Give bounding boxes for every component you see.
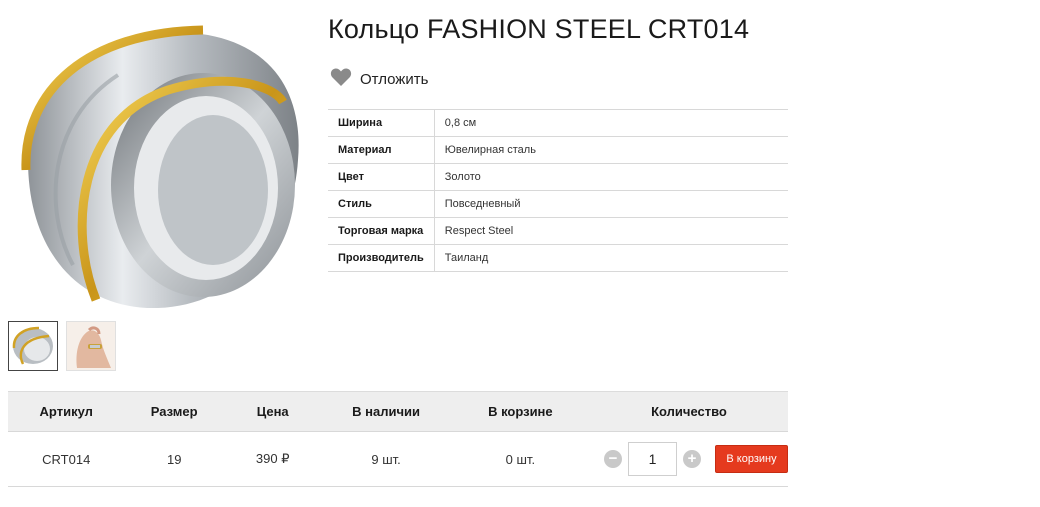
spec-row: Ширина 0,8 см [328,109,788,137]
cell-in-stock: 9 шт. [321,431,451,487]
heart-icon [330,67,352,92]
spec-row: Материал Ювелирная сталь [328,136,788,164]
spec-value: Таиланд [434,244,788,272]
plus-button[interactable]: + [683,450,701,468]
spec-key: Материал [328,136,435,164]
spec-key: Торговая марка [328,217,435,245]
spec-value: Respect Steel [434,217,788,245]
header-in-cart: В корзине [450,391,590,432]
spec-key: Цвет [328,163,435,191]
header-quantity: Количество [590,391,788,432]
defer-label: Отложить [360,71,429,88]
minus-button[interactable]: − [604,450,622,468]
add-to-cart-button[interactable]: В корзину [715,445,788,473]
page-title: Кольцо FASHION STEEL CRT014 [328,14,750,44]
spec-row: Цвет Золото [328,163,788,191]
spec-key: Стиль [328,190,435,218]
spec-row: Торговая марка Respect Steel [328,217,788,245]
spec-key: Производитель [328,244,435,272]
offers-header-row: Артикул Размер Цена В наличии В корзине … [8,391,788,432]
quantity-stepper: − + В корзину [590,442,788,476]
spec-value: 0,8 см [434,109,788,137]
header-article: Артикул [8,391,125,432]
cell-size: 19 [124,431,224,487]
thumbnail-strip [8,321,116,371]
header-price: Цена [223,391,322,432]
spec-row: Производитель Таиланд [328,244,788,272]
thumbnail-ring-on-hand[interactable] [66,321,116,371]
specs-table: Ширина 0,8 см Материал Ювелирная сталь Ц… [328,109,788,272]
table-row: CRT014 19 390 ₽ 9 шт. 0 шт. − + В корзин… [8,431,788,487]
offers-table: Артикул Размер Цена В наличии В корзине … [8,391,788,487]
product-main-image [8,10,308,313]
cell-quantity: − + В корзину [590,431,788,487]
thumbnail-ring[interactable] [8,321,58,371]
spec-value: Ювелирная сталь [434,136,788,164]
cell-price: 390 ₽ [223,431,322,487]
cell-article: CRT014 [8,431,125,487]
defer-button[interactable]: Отложить [330,67,428,92]
spec-key: Ширина [328,109,435,137]
cell-in-cart: 0 шт. [450,431,590,487]
spec-value: Повседневный [434,190,788,218]
spec-row: Стиль Повседневный [328,190,788,218]
header-in-stock: В наличии [321,391,451,432]
quantity-input[interactable] [628,442,677,476]
spec-value: Золото [434,163,788,191]
header-size: Размер [124,391,224,432]
